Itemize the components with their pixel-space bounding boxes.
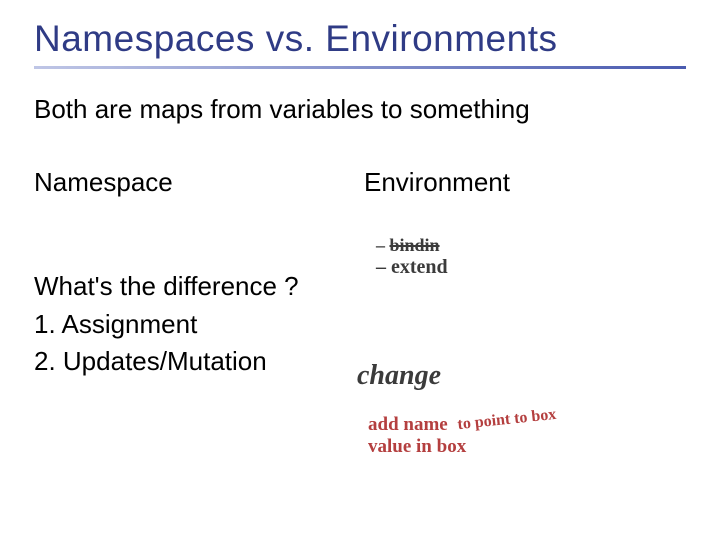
handwriting-binding: – bindin <box>376 236 440 254</box>
body-block: What's the difference ? 1. Assignment 2.… <box>34 268 686 381</box>
column-right-heading: Environment <box>364 167 510 198</box>
title-underline <box>34 66 686 70</box>
body-item-2: 2. Updates/Mutation <box>34 343 686 381</box>
two-column-row: Namespace Environment <box>34 167 686 198</box>
handwriting-binding-struck: bindin <box>390 235 440 255</box>
column-left-heading: Namespace <box>34 167 364 198</box>
handwriting-binding-dash: – <box>376 235 390 255</box>
slide-subtitle: Both are maps from variables to somethin… <box>34 94 686 125</box>
handwriting-value-in-box: value in box <box>368 436 558 458</box>
handwriting-add-name: add name to point to box value in box <box>368 414 558 458</box>
handwriting-add-name-part1: add name <box>368 414 448 435</box>
body-item-1: 1. Assignment <box>34 306 686 344</box>
slide: Namespaces vs. Environments Both are map… <box>0 0 720 540</box>
slide-title: Namespaces vs. Environments <box>34 18 686 60</box>
body-question: What's the difference ? <box>34 268 686 306</box>
handwriting-add-name-part2: to point to box <box>457 406 558 435</box>
